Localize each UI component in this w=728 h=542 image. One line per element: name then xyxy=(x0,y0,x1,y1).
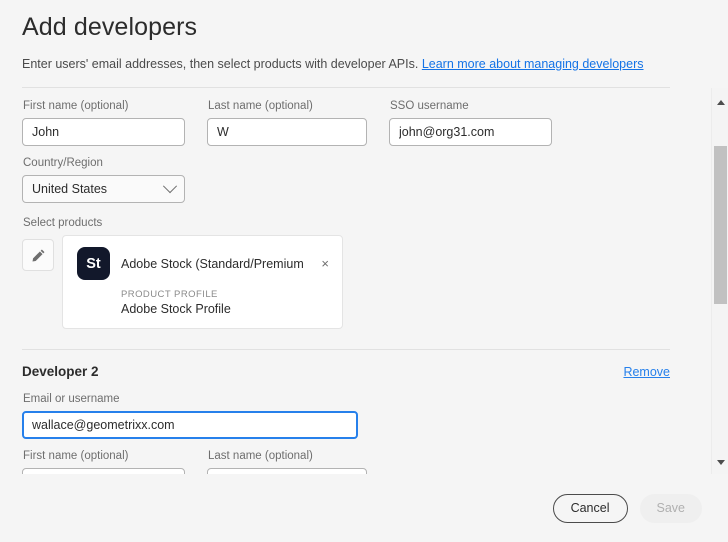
developer-2-last-name-input[interactable] xyxy=(207,468,367,474)
subtitle-text: Enter users' email addresses, then selec… xyxy=(22,56,419,71)
dialog-body: First name (optional) Last name (optiona… xyxy=(0,88,728,474)
first-name-group: First name (optional) xyxy=(22,99,185,147)
email-label: Email or username xyxy=(23,393,120,406)
product-name: Adobe Stock (Standard/Premium U... xyxy=(121,256,308,271)
adobe-stock-icon: St xyxy=(77,247,110,281)
select-products-label: Select products xyxy=(23,217,103,230)
country-select-value: United States xyxy=(32,182,108,197)
save-button[interactable]: Save xyxy=(639,493,702,523)
developer-2-header: Developer 2 Remove xyxy=(22,364,670,379)
product-profile-label: PRODUCT PROFILE xyxy=(121,289,218,301)
scroll-down-button[interactable] xyxy=(712,454,728,471)
developer-2-first-name-label: First name (optional) xyxy=(23,450,129,463)
scrollbar-thumb[interactable] xyxy=(714,146,727,305)
dialog-subtitle: Enter users' email addresses, then selec… xyxy=(22,56,704,73)
sso-username-group: SSO username xyxy=(389,99,552,147)
section-divider xyxy=(22,349,670,351)
first-name-label: First name (optional) xyxy=(23,100,129,113)
remove-developer-link[interactable]: Remove xyxy=(623,365,670,379)
developer-1-name-row: First name (optional) Last name (optiona… xyxy=(22,99,690,147)
country-label: Country/Region xyxy=(23,157,103,170)
first-name-input[interactable] xyxy=(22,118,185,147)
close-icon[interactable]: × xyxy=(318,257,332,270)
page-title: Add developers xyxy=(22,13,198,41)
products-row: St Adobe Stock (Standard/Premium U... × … xyxy=(22,235,690,330)
country-select[interactable]: United States xyxy=(22,175,185,204)
product-card[interactable]: St Adobe Stock (Standard/Premium U... × … xyxy=(62,235,343,330)
developers-scroll-area[interactable]: First name (optional) Last name (optiona… xyxy=(0,88,690,474)
developer-2-section: Developer 2 Remove Email or username Fir… xyxy=(22,364,690,474)
developer-1-products: Select products St Adobe Stock (Standard… xyxy=(22,216,690,330)
last-name-group: Last name (optional) xyxy=(207,99,367,147)
developer-2-first-name-group: First name (optional) xyxy=(22,449,185,474)
last-name-input[interactable] xyxy=(207,118,367,147)
developer-2-last-name-label: Last name (optional) xyxy=(208,450,313,463)
developer-2-title: Developer 2 xyxy=(22,364,99,380)
country-group: Country/Region United States xyxy=(22,156,690,204)
dialog-footer: Cancel Save xyxy=(0,474,728,542)
last-name-label: Last name (optional) xyxy=(208,100,313,113)
chevron-down-icon xyxy=(162,179,178,194)
email-group: Email or username xyxy=(22,392,690,440)
chevron-up-icon xyxy=(716,100,725,106)
sso-username-input[interactable] xyxy=(389,118,552,147)
cancel-button[interactable]: Cancel xyxy=(552,493,628,523)
sso-username-label: SSO username xyxy=(390,100,469,113)
edit-products-button[interactable] xyxy=(22,239,54,272)
email-input[interactable] xyxy=(22,411,358,440)
dialog-header: Add developers Enter users' email addres… xyxy=(0,0,728,89)
add-developers-dialog: Add developers Enter users' email addres… xyxy=(0,0,728,542)
developer-2-name-row: First name (optional) Last name (optiona… xyxy=(22,449,690,474)
developer-2-first-name-input[interactable] xyxy=(22,468,185,474)
product-profile-value: Adobe Stock Profile xyxy=(121,302,231,317)
developer-1-section: First name (optional) Last name (optiona… xyxy=(22,88,690,330)
scroll-up-button[interactable] xyxy=(712,94,728,111)
chevron-down-icon xyxy=(716,460,725,466)
learn-more-link[interactable]: Learn more about managing developers xyxy=(422,57,644,71)
vertical-scrollbar[interactable] xyxy=(711,88,728,474)
product-card-header: St Adobe Stock (Standard/Premium U... × xyxy=(77,247,332,281)
pencil-icon xyxy=(32,249,44,262)
developer-2-last-name-group: Last name (optional) xyxy=(207,449,367,474)
